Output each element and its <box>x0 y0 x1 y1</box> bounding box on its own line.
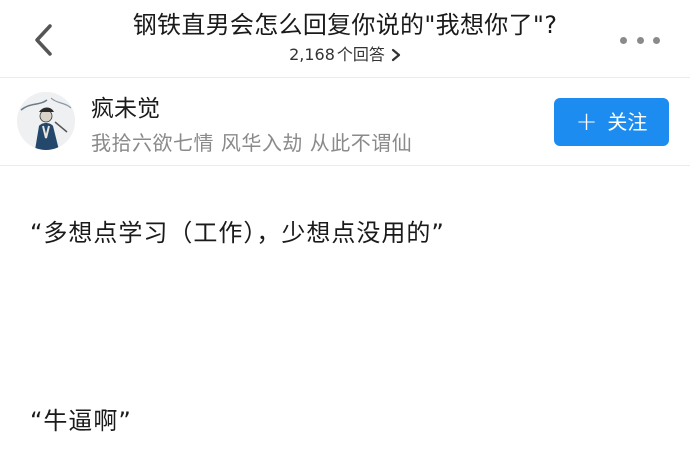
more-dots-icon <box>620 36 627 44</box>
chevron-right-icon <box>391 48 401 62</box>
author-bio: 我拾六欲七情 风华入劫 从此不谓仙 <box>91 131 413 155</box>
answer-page: 钢铁直男会怎么回复你说的"我想你了"? 2,168 个回答 疯未觉 我拾六欲七情… <box>0 0 690 461</box>
follow-button-label: 关注 <box>607 110 648 134</box>
answer-paragraph: “多想点学习（工作），少想点没用的” <box>30 219 445 247</box>
top-navigation-bar: 钢铁直男会怎么回复你说的"我想你了"? 2,168 个回答 <box>0 0 690 78</box>
answer-paragraph: “牛逼啊” <box>30 407 132 435</box>
answer-count-link[interactable]: 2,168 个回答 <box>289 44 401 66</box>
question-header[interactable]: 钢铁直男会怎么回复你说的"我想你了"? 2,168 个回答 <box>90 8 600 66</box>
answer-count: 2,168 <box>289 45 335 64</box>
more-dot <box>636 36 644 44</box>
back-button[interactable] <box>28 20 60 60</box>
question-title[interactable]: 钢铁直男会怎么回复你说的"我想你了"? <box>90 8 600 42</box>
avatar[interactable] <box>17 92 75 150</box>
more-options-button[interactable] <box>620 30 660 50</box>
avatar-image <box>17 92 75 150</box>
more-dot <box>653 36 660 44</box>
answer-count-suffix: 个回答 <box>336 45 385 64</box>
back-arrow-icon <box>35 24 52 56</box>
plus-icon: + <box>575 107 598 137</box>
follow-button[interactable]: + 关注 <box>554 98 669 146</box>
author-name[interactable]: 疯未觉 <box>91 94 160 124</box>
